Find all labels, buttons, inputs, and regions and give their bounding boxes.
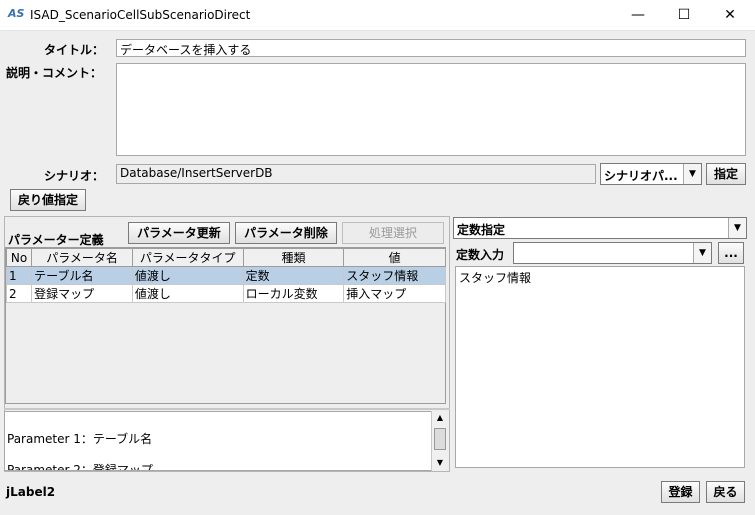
description-line-2: Parameter 2：登録マップ	[7, 463, 153, 471]
cell-param-name[interactable]: 登録マップ	[31, 284, 133, 303]
more-options-button[interactable]: ...	[718, 242, 744, 264]
cell-value[interactable]: 挿入マップ	[343, 284, 446, 303]
title-bar: AS ISAD_ScenarioCellSubScenarioDirect — …	[0, 0, 755, 31]
table-row[interactable]: 2 登録マップ 値渡し ローカル変数 挿入マップ	[5, 284, 446, 303]
column-header-param-name[interactable]: パラメータ名	[31, 248, 133, 267]
register-button[interactable]: 登録	[661, 481, 700, 503]
minimize-button[interactable]: —	[615, 0, 661, 31]
value-mode-combo[interactable]: 定数指定 ▼	[453, 217, 747, 239]
scroll-down-icon[interactable]: ▼	[432, 456, 448, 470]
column-header-kind[interactable]: 種類	[242, 248, 345, 267]
close-button[interactable]: ✕	[707, 0, 753, 31]
cell-kind[interactable]: ローカル変数	[242, 284, 345, 303]
column-header-value[interactable]: 値	[343, 248, 446, 267]
cell-value[interactable]: スタッフ情報	[343, 266, 446, 285]
constant-value-textarea[interactable]: スタッフ情報	[455, 266, 745, 468]
scenario-param-combo-value: シナリオパ...	[604, 169, 678, 183]
specify-button[interactable]: 指定	[706, 163, 746, 185]
constant-input-label: 定数入力	[456, 248, 505, 262]
constant-input-combo[interactable]: ▼	[513, 242, 712, 264]
scenario-param-combo[interactable]: シナリオパ... ▼	[600, 163, 702, 185]
delete-parameter-button[interactable]: パラメータ削除	[235, 222, 337, 244]
process-select-button[interactable]: 処理選択	[342, 222, 444, 244]
scroll-thumb[interactable]	[434, 428, 446, 450]
comment-label: 説明・コメント：	[6, 66, 103, 80]
column-header-param-type[interactable]: パラメータタイプ	[131, 248, 244, 267]
maximize-button[interactable]: ☐	[661, 0, 707, 31]
cell-param-name[interactable]: テーブル名	[31, 266, 133, 285]
description-scrollbar[interactable]: ▲ ▼	[431, 411, 447, 471]
parameter-table: No パラメータ名 パラメータタイプ 種類 値 1 テーブル名 値渡し 定数 ス…	[5, 248, 446, 303]
main-window: AS ISAD_ScenarioCellSubScenarioDirect — …	[0, 0, 755, 515]
scroll-up-icon[interactable]: ▲	[432, 411, 448, 425]
title-input[interactable]: データベースを挿入する	[116, 39, 746, 57]
update-parameter-button[interactable]: パラメータ更新	[128, 222, 230, 244]
scenario-path-field: Database/InsertServerDB	[116, 164, 596, 184]
status-label: jLabel2	[6, 485, 56, 499]
cell-param-type[interactable]: 値渡し	[131, 266, 244, 285]
table-header-row: No パラメータ名 パラメータタイプ 種類 値	[5, 248, 446, 267]
parameter-description-area[interactable]: Parameter 1：テーブル名 Parameter 2：登録マップ	[4, 411, 432, 471]
chevron-down-icon[interactable]: ▼	[728, 218, 746, 238]
cell-no[interactable]: 2	[5, 284, 33, 303]
back-button[interactable]: 戻る	[706, 481, 745, 503]
table-row[interactable]: 1 テーブル名 値渡し 定数 スタッフ情報	[5, 266, 446, 285]
description-line-1: Parameter 1：テーブル名	[7, 432, 153, 446]
cell-kind[interactable]: 定数	[242, 266, 345, 285]
parameter-definition-label: パラメーター定義	[8, 233, 104, 247]
window-title: ISAD_ScenarioCellSubScenarioDirect	[30, 8, 251, 22]
cell-no[interactable]: 1	[5, 266, 33, 285]
scenario-label: シナリオ：	[44, 169, 105, 183]
value-mode-combo-value: 定数指定	[457, 223, 506, 237]
split-divider[interactable]	[4, 408, 450, 410]
cell-param-type[interactable]: 値渡し	[131, 284, 244, 303]
chevron-down-icon[interactable]: ▼	[693, 243, 711, 263]
column-header-no[interactable]: No	[5, 248, 33, 267]
comment-textarea[interactable]	[116, 63, 746, 156]
app-logo-icon: AS	[8, 7, 25, 20]
chevron-down-icon[interactable]: ▼	[683, 164, 701, 184]
return-value-button[interactable]: 戻り値指定	[10, 189, 86, 211]
title-label: タイトル：	[44, 43, 105, 57]
